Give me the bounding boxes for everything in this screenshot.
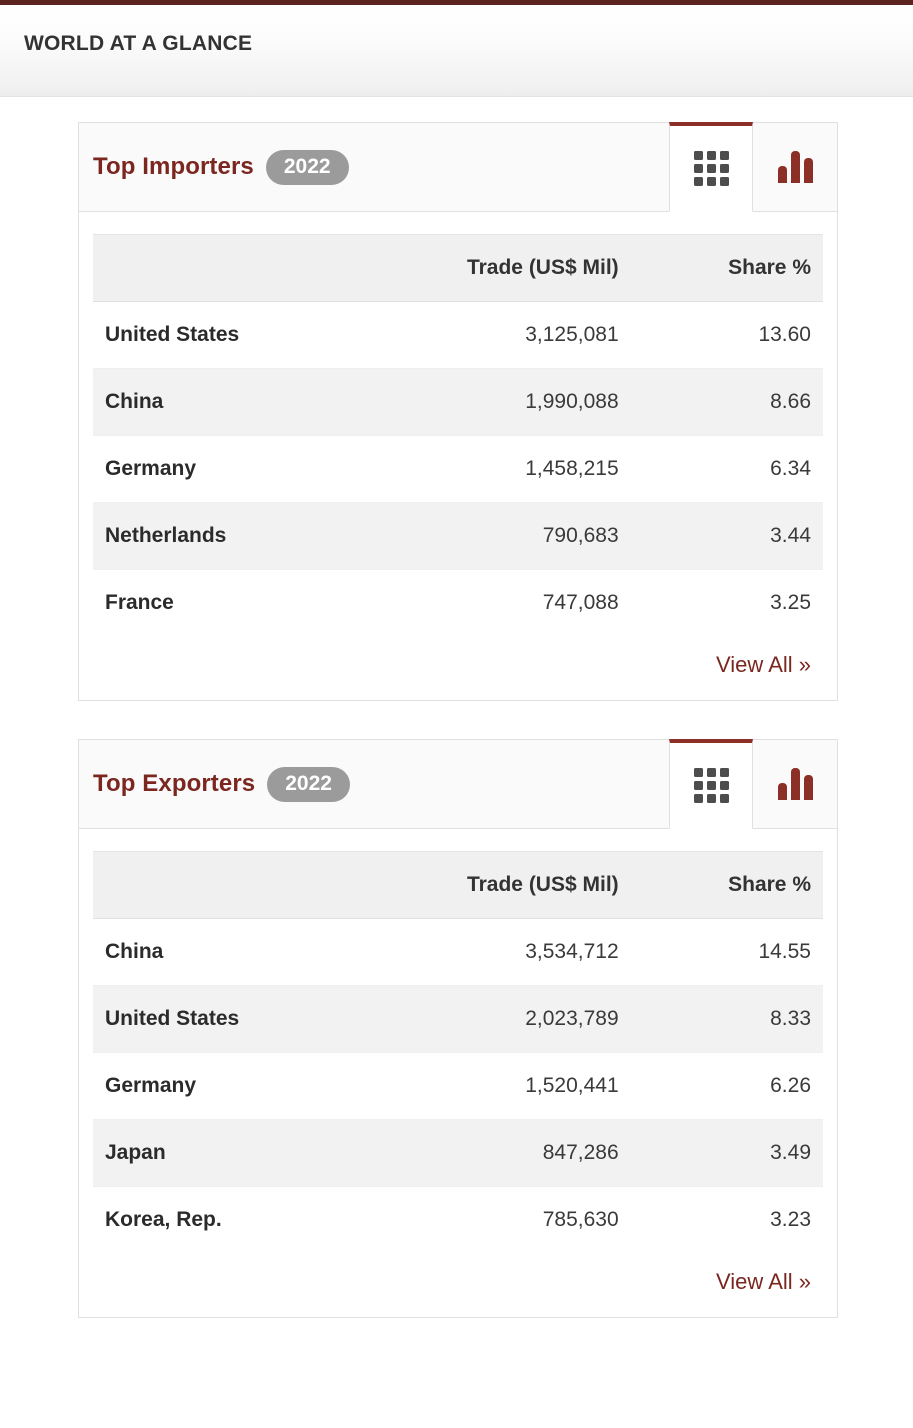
card-top-importers: Top Importers 2022 Trade (US$ Mil) Share… [78, 122, 838, 701]
trade-value: 3,534,712 [368, 918, 631, 986]
card-body: Trade (US$ Mil) Share % China 3,534,712 … [79, 829, 837, 1317]
trade-value: 847,286 [368, 1119, 631, 1187]
trade-value: 2,023,789 [368, 985, 631, 1053]
card-top-exporters: Top Exporters 2022 Trade (US$ Mil) Share… [78, 739, 838, 1318]
table-row[interactable]: Korea, Rep. 785,630 3.23 [93, 1187, 823, 1254]
country-name: Germany [93, 435, 369, 503]
table-row[interactable]: United States 3,125,081 13.60 [93, 301, 823, 369]
table-row[interactable]: France 747,088 3.25 [93, 570, 823, 637]
country-name: Netherlands [93, 502, 369, 570]
exporters-table: Trade (US$ Mil) Share % China 3,534,712 … [93, 851, 823, 1253]
column-header-name [93, 851, 369, 919]
card-title-wrap: Top Exporters 2022 [79, 766, 350, 802]
country-name: Germany [93, 1052, 369, 1120]
table-row[interactable]: China 3,534,712 14.55 [93, 918, 823, 986]
grid-icon [693, 151, 729, 186]
share-value: 3.25 [770, 591, 811, 614]
country-name: Korea, Rep. [105, 1208, 222, 1231]
country-name: United States [93, 301, 369, 369]
page-header: WORLD AT A GLANCE [0, 0, 913, 97]
trade-value: 1,458,215 [368, 435, 631, 503]
country-name: United States [93, 985, 369, 1053]
tab-grid-view[interactable] [669, 122, 753, 212]
trade-value: 790,683 [368, 502, 631, 570]
importers-table: Trade (US$ Mil) Share % United States 3,… [93, 234, 823, 636]
trade-value: 3,125,081 [368, 301, 631, 369]
view-all-link[interactable]: View All » [716, 652, 811, 677]
share-value: 13.60 [630, 301, 823, 369]
share-value: 3.49 [630, 1119, 823, 1187]
view-all-link[interactable]: View All » [716, 1269, 811, 1294]
view-all-row: View All » [93, 1253, 823, 1317]
tab-chart-view[interactable] [753, 122, 837, 212]
card-body: Trade (US$ Mil) Share % United States 3,… [79, 212, 837, 700]
tab-chart-view[interactable] [753, 739, 837, 829]
share-value: 8.33 [630, 985, 823, 1053]
view-tabs [669, 122, 837, 212]
share-value: 8.66 [630, 368, 823, 436]
share-value: 3.44 [630, 502, 823, 570]
country-name: China [93, 918, 369, 986]
table-row[interactable]: Germany 1,458,215 6.34 [93, 435, 823, 503]
card-title: Top Importers [93, 153, 254, 180]
trade-value: 1,520,441 [368, 1052, 631, 1120]
tab-grid-view[interactable] [669, 739, 753, 829]
card-header: Top Importers 2022 [79, 122, 837, 212]
country-name: China [93, 368, 369, 436]
share-value: 6.26 [630, 1052, 823, 1120]
view-tabs [669, 739, 837, 829]
view-all-row: View All » [93, 636, 823, 700]
year-badge: 2022 [265, 149, 349, 185]
column-header-share: Share % [630, 851, 823, 919]
table-row[interactable]: Germany 1,520,441 6.26 [93, 1052, 823, 1120]
bar-chart-icon [777, 151, 813, 183]
table-row[interactable]: Japan 847,286 3.49 [93, 1119, 823, 1187]
page-body: Top Importers 2022 Trade (US$ Mil) Share… [0, 97, 913, 1318]
table-row[interactable]: United States 2,023,789 8.33 [93, 985, 823, 1053]
column-header-trade: Trade (US$ Mil) [368, 851, 631, 919]
bar-chart-icon [777, 768, 813, 800]
column-header-share: Share % [630, 234, 823, 302]
share-value: 14.55 [630, 918, 823, 986]
card-header: Top Exporters 2022 [79, 739, 837, 829]
card-title: Top Exporters [93, 770, 256, 797]
trade-value: 747,088 [542, 591, 619, 614]
trade-value: 1,990,088 [368, 368, 631, 436]
country-name: Japan [93, 1119, 369, 1187]
table-header-row: Trade (US$ Mil) Share % [93, 234, 823, 302]
card-title-wrap: Top Importers 2022 [79, 149, 349, 185]
trade-value: 785,630 [542, 1208, 619, 1231]
column-header-trade: Trade (US$ Mil) [368, 234, 631, 302]
grid-icon [693, 768, 729, 803]
share-value: 3.23 [770, 1208, 811, 1231]
country-name: France [105, 591, 174, 614]
table-row[interactable]: Netherlands 790,683 3.44 [93, 502, 823, 570]
table-row[interactable]: China 1,990,088 8.66 [93, 368, 823, 436]
column-header-name [93, 234, 369, 302]
page-title: WORLD AT A GLANCE [24, 32, 253, 55]
year-badge: 2022 [267, 766, 350, 802]
table-header-row: Trade (US$ Mil) Share % [93, 851, 823, 919]
share-value: 6.34 [630, 435, 823, 503]
